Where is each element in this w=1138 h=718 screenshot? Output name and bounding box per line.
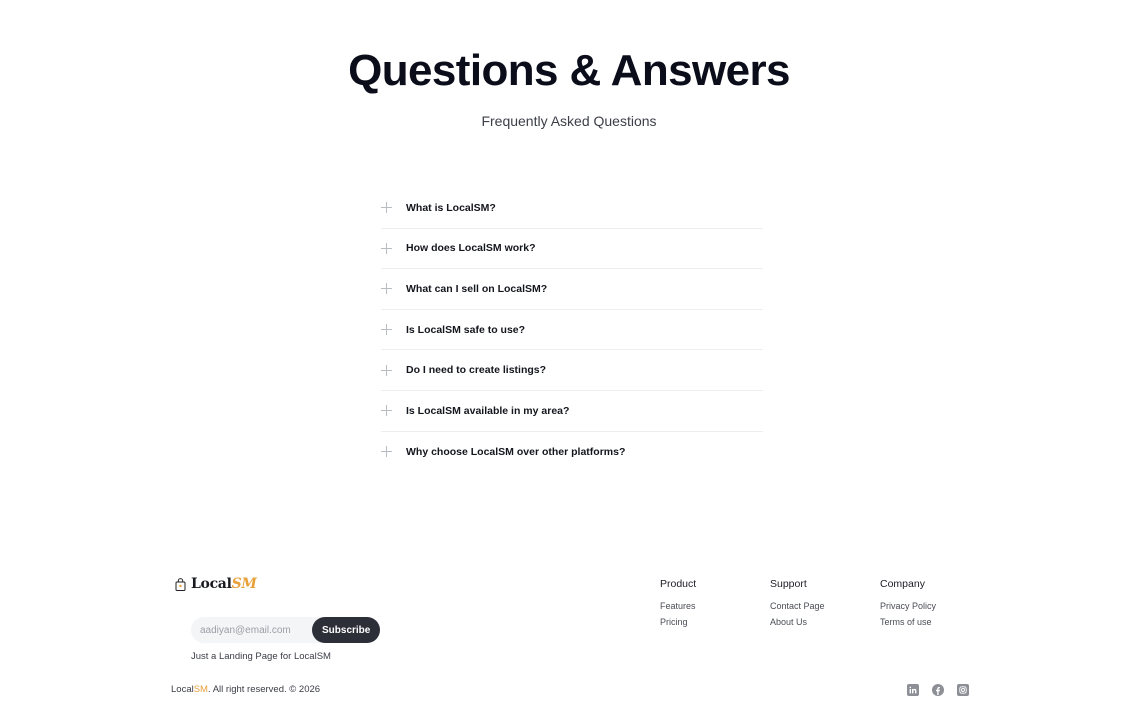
footer-column-support: Support Contact Page About Us [770,578,825,632]
linkedin-icon[interactable] [907,684,919,696]
faq-item[interactable]: Is LocalSM safe to use? [381,310,763,351]
footer-link-terms[interactable]: Terms of use [880,617,936,627]
faq-list: What is LocalSM? How does LocalSM work? … [381,188,763,472]
faq-question: Do I need to create listings? [406,364,547,377]
faq-question: Is LocalSM available in my area? [406,404,570,417]
plus-icon [381,324,392,336]
footer-link-privacy[interactable]: Privacy Policy [880,601,936,611]
faq-question: What can I sell on LocalSM? [406,282,548,295]
faq-question: How does LocalSM work? [406,242,536,255]
facebook-icon[interactable] [932,684,944,696]
subscribe-button[interactable]: Subscribe [312,617,381,643]
footer-logo[interactable]: LocalSM [175,576,257,592]
plus-icon [381,364,392,376]
column-title: Support [770,578,807,590]
column-title: Company [880,578,925,590]
footer-link-contact[interactable]: Contact Page [770,601,825,611]
shopping-bag-icon [175,577,186,591]
plus-icon [381,242,392,254]
faq-item[interactable]: Is LocalSM available in my area? [381,391,763,432]
footer-link-about[interactable]: About Us [770,617,825,627]
faq-question: What is LocalSM? [406,201,496,214]
faq-question: Why choose LocalSM over other platforms? [406,445,626,458]
plus-icon [381,405,392,417]
footer-link-features[interactable]: Features [660,601,696,611]
column-title: Product [660,578,697,590]
page-title: Questions & Answers [348,46,790,95]
plus-icon [381,446,392,458]
email-input[interactable] [191,617,321,643]
logo-text: LocalSM [191,576,257,592]
social-links [907,684,969,696]
faq-item[interactable]: How does LocalSM work? [381,229,763,270]
plus-icon [381,283,392,295]
faq-item[interactable]: What is LocalSM? [381,188,763,229]
copyright-text: LocalSM. All right reserved. © 2026 [171,684,321,695]
footer-link-pricing[interactable]: Pricing [660,617,696,627]
plus-icon [381,202,392,214]
newsletter-form: Subscribe [191,617,381,643]
faq-item[interactable]: Do I need to create listings? [381,350,763,391]
instagram-icon[interactable] [957,684,969,696]
faq-item[interactable]: Why choose LocalSM over other platforms? [381,432,763,473]
faq-page: Questions & Answers Frequently Asked Que… [0,0,1138,718]
page-subtitle: Frequently Asked Questions [481,113,657,129]
footer-column-product: Product Features Pricing [660,578,696,632]
footer-tagline: Just a Landing Page for LocalSM [191,651,331,662]
faq-question: Is LocalSM safe to use? [406,323,526,336]
faq-item[interactable]: What can I sell on LocalSM? [381,269,763,310]
footer-column-company: Company Privacy Policy Terms of use [880,578,936,632]
